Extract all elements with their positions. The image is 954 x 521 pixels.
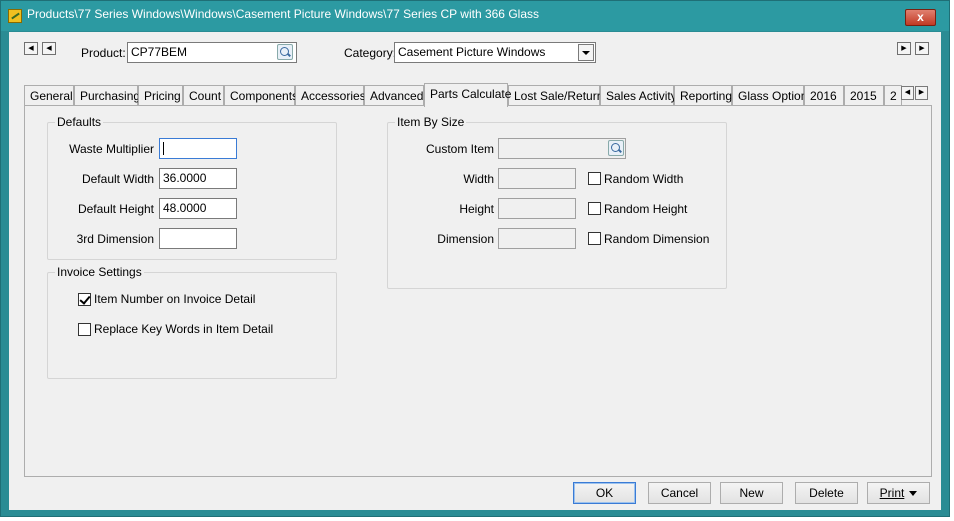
custom-item-label: Custom Item <box>425 142 494 156</box>
tab-accessories[interactable]: Accessories <box>295 85 366 106</box>
dimension-field[interactable] <box>498 228 576 249</box>
last-record-icon[interactable]: ▶ <box>915 42 929 55</box>
custom-item-field[interactable] <box>498 138 626 159</box>
tab-components[interactable]: Components <box>224 85 298 106</box>
default-height-label: Default Height <box>77 202 154 216</box>
product-label: Product: <box>81 46 126 60</box>
parts-calculate-panel: Defaults Waste Multiplier Default Width … <box>24 105 932 477</box>
tab-sales-activity[interactable]: Sales Activity <box>600 85 677 106</box>
default-height-field[interactable]: 48.0000 <box>159 198 237 219</box>
window-title: Products\77 Series Windows\Windows\Casem… <box>27 7 539 21</box>
client-area: ◀ ◀ ▶ ▶ Product: CP77BEM Category: Casem… <box>9 32 941 510</box>
cancel-button[interactable]: Cancel <box>648 482 711 504</box>
close-button[interactable]: x <box>905 9 936 26</box>
default-width-label: Default Width <box>81 172 154 186</box>
tab-scroll-right-icon[interactable]: ▶ <box>915 86 928 100</box>
third-dimension-field[interactable] <box>159 228 237 249</box>
random-width-checkbox[interactable] <box>588 172 601 185</box>
replace-keywords-checkbox[interactable] <box>78 323 91 336</box>
tab-partial[interactable]: 2 <box>884 85 902 106</box>
item-number-label: Item Number on Invoice Detail <box>94 292 256 306</box>
custom-item-search-icon[interactable] <box>608 140 624 156</box>
invoice-settings-group: Invoice Settings Item Number on Invoice … <box>47 265 337 379</box>
chevron-down-icon[interactable] <box>578 44 594 61</box>
tab-purchasing[interactable]: Purchasing <box>74 85 140 106</box>
product-window: Products\77 Series Windows\Windows\Casem… <box>0 0 950 517</box>
chevron-down-icon <box>909 491 918 497</box>
tab-glass-option[interactable]: Glass Option <box>732 85 807 106</box>
title-bar[interactable]: Products\77 Series Windows\Windows\Casem… <box>1 1 949 31</box>
tab-advanced[interactable]: Advanced <box>364 85 424 106</box>
invoice-settings-title: Invoice Settings <box>55 265 144 279</box>
tab-lost-sale-return[interactable]: Lost Sale/Return <box>508 85 603 106</box>
next-record-icon[interactable]: ▶ <box>897 42 911 55</box>
width-field[interactable] <box>498 168 576 189</box>
tab-2015[interactable]: 2015 <box>844 85 884 106</box>
defaults-title: Defaults <box>55 115 104 129</box>
height-field[interactable] <box>498 198 576 219</box>
random-dimension-checkbox[interactable] <box>588 232 601 245</box>
waste-multiplier-label: Waste Multiplier <box>69 142 154 156</box>
first-record-icon[interactable]: ◀ <box>24 42 38 55</box>
tab-count[interactable]: Count <box>183 85 224 106</box>
category-select[interactable]: Casement Picture Windows <box>394 42 596 63</box>
random-dimension-label: Random Dimension <box>604 232 710 246</box>
item-by-size-group: Item By Size Custom Item Width Random Wi… <box>387 115 727 289</box>
item-by-size-title: Item By Size <box>395 115 467 129</box>
delete-button[interactable]: Delete <box>795 482 858 504</box>
new-button[interactable]: New <box>720 482 783 504</box>
print-button[interactable]: Print <box>867 482 930 504</box>
width-label: Width <box>463 172 494 186</box>
defaults-group: Defaults Waste Multiplier Default Width … <box>47 115 337 260</box>
tab-reporting[interactable]: Reporting <box>674 85 732 106</box>
tab-strip: General Purchasing Pricing Count Compone… <box>24 83 932 107</box>
random-width-label: Random Width <box>604 172 684 186</box>
app-pencil-icon <box>8 9 22 23</box>
tab-2016[interactable]: 2016 <box>804 85 844 106</box>
replace-keywords-label: Replace Key Words in Item Detail <box>94 322 274 336</box>
category-label: Category: <box>344 46 397 60</box>
random-height-label: Random Height <box>604 202 688 216</box>
default-width-field[interactable]: 36.0000 <box>159 168 237 189</box>
tab-scroll-left-icon[interactable]: ◀ <box>901 86 914 100</box>
product-field[interactable]: CP77BEM <box>127 42 297 63</box>
dimension-label: Dimension <box>437 232 494 246</box>
third-dimension-label: 3rd Dimension <box>76 232 154 246</box>
ok-button[interactable]: OK <box>573 482 636 504</box>
tab-pricing[interactable]: Pricing <box>138 85 183 106</box>
product-search-icon[interactable] <box>277 44 293 60</box>
random-height-checkbox[interactable] <box>588 202 601 215</box>
previous-record-icon[interactable]: ◀ <box>42 42 56 55</box>
item-number-checkbox[interactable] <box>78 293 91 306</box>
tab-parts-calculate[interactable]: Parts Calculate <box>424 83 511 107</box>
waste-multiplier-field[interactable] <box>159 138 237 159</box>
tab-general[interactable]: General <box>24 85 74 106</box>
height-label: Height <box>459 202 494 216</box>
